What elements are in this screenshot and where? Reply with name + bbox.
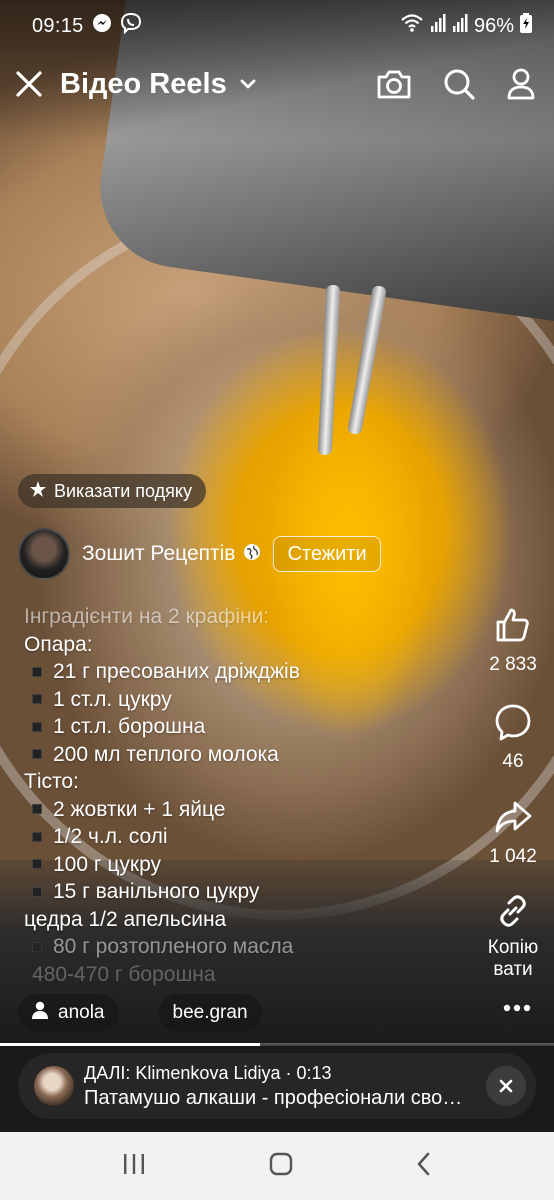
page-title[interactable]: Відео Reels	[60, 68, 227, 101]
caption-list-item: 21 г пресованих дріжджів	[24, 658, 444, 686]
system-nav-bar	[0, 1132, 554, 1200]
comment-count: 46	[502, 751, 524, 772]
show-thanks-label: Виказати подяку	[54, 480, 192, 501]
battery-charging-icon	[520, 13, 532, 39]
thumbs-up-icon[interactable]	[493, 605, 533, 650]
status-bar: 09:15 96%	[0, 0, 554, 52]
caption-intro: Інградієнти на 2 крафіни:	[24, 605, 270, 628]
viber-icon	[120, 12, 142, 40]
share-count: 1 042	[489, 846, 537, 867]
caption[interactable]: Інградієнти на 2 крафіни: Опара: 21 г пр…	[24, 603, 444, 988]
reel-actions: 2 833 46 1 042 Копію вати	[482, 605, 544, 981]
signal-icon	[430, 14, 446, 38]
show-thanks-button[interactable]: Виказати подяку	[18, 474, 206, 508]
next-up-card[interactable]: ДАЛІ: Klimenkova Lidiya · 0:13 Патамушо …	[18, 1053, 536, 1119]
copy-label: Копію	[487, 937, 539, 958]
tagged-person-name: anola	[58, 1002, 105, 1023]
globe-icon	[243, 543, 261, 566]
tagged-person-name: bee.gran	[172, 1002, 248, 1023]
like-action[interactable]: 2 833	[489, 605, 537, 676]
avatar[interactable]	[18, 528, 70, 580]
camera-icon[interactable]	[376, 68, 412, 100]
next-up-thumbnail	[34, 1066, 74, 1106]
next-up-title: Патамушо алкаши - професіонали своєї спр…	[84, 1086, 469, 1109]
profile-icon[interactable]	[506, 67, 536, 101]
comment-icon[interactable]	[493, 702, 533, 747]
copy-link-action[interactable]: Копію вати	[488, 892, 538, 981]
messenger-icon	[92, 13, 112, 39]
caption-list-item: 100 г цукру	[24, 851, 444, 879]
more-options-icon[interactable]	[502, 1000, 532, 1018]
caption-list-item: цедра 1/2 апельсина	[24, 907, 227, 931]
author-name[interactable]: Зошит Рецептів	[82, 542, 235, 566]
search-icon[interactable]	[442, 67, 476, 101]
caption-list-item: 2 жовтки + 1 яйце	[24, 796, 444, 824]
status-time: 09:15	[32, 14, 84, 37]
caption-list-item: 1 ст.л. цукру	[24, 686, 444, 714]
chevron-down-icon[interactable]	[239, 78, 257, 90]
recent-apps-icon[interactable]	[122, 1153, 146, 1180]
wifi-icon	[400, 13, 424, 39]
link-icon[interactable]	[494, 892, 532, 935]
comment-action[interactable]: 46	[493, 702, 533, 773]
home-icon[interactable]	[269, 1152, 293, 1181]
author-row: Зошит Рецептів Стежити	[18, 528, 381, 580]
back-icon[interactable]	[416, 1152, 432, 1181]
caption-list-item: 200 мл теплого молока	[24, 741, 444, 769]
copy-label: вати	[493, 959, 533, 980]
close-icon[interactable]	[486, 1066, 526, 1106]
signal-icon	[452, 14, 468, 38]
tagged-person[interactable]: anola	[18, 994, 119, 1032]
close-icon[interactable]	[14, 69, 44, 99]
reels-header: Відео Reels	[0, 58, 554, 110]
tagged-people: anola bee.gran	[18, 994, 262, 1032]
next-up-author: ДАЛІ: Klimenkova Lidiya · 0:13	[84, 1062, 332, 1083]
battery-level: 96%	[473, 14, 514, 37]
follow-button[interactable]: Стежити	[273, 536, 381, 572]
caption-section-title: Опара:	[24, 632, 93, 656]
tagged-person[interactable]: bee.gran	[158, 994, 262, 1032]
like-count: 2 833	[489, 654, 537, 675]
gift-star-icon	[28, 479, 48, 504]
next-up-area: ДАЛІ: Klimenkova Lidiya · 0:13 Патамушо …	[0, 1046, 554, 1132]
share-action[interactable]: 1 042	[489, 797, 537, 868]
caption-section-title: Тісто:	[24, 770, 79, 793]
caption-list-item: 80 г розтопленого масла	[24, 933, 444, 961]
caption-list-item: 480-470 г борошна	[32, 962, 216, 986]
share-icon[interactable]	[493, 797, 533, 842]
caption-list-item: 1/2 ч.л. солі	[24, 823, 444, 851]
person-icon	[32, 1001, 48, 1025]
caption-list-item: 1 ст.л. борошна	[24, 713, 444, 741]
caption-list-item: 15 г ванільного цукру	[24, 878, 444, 906]
